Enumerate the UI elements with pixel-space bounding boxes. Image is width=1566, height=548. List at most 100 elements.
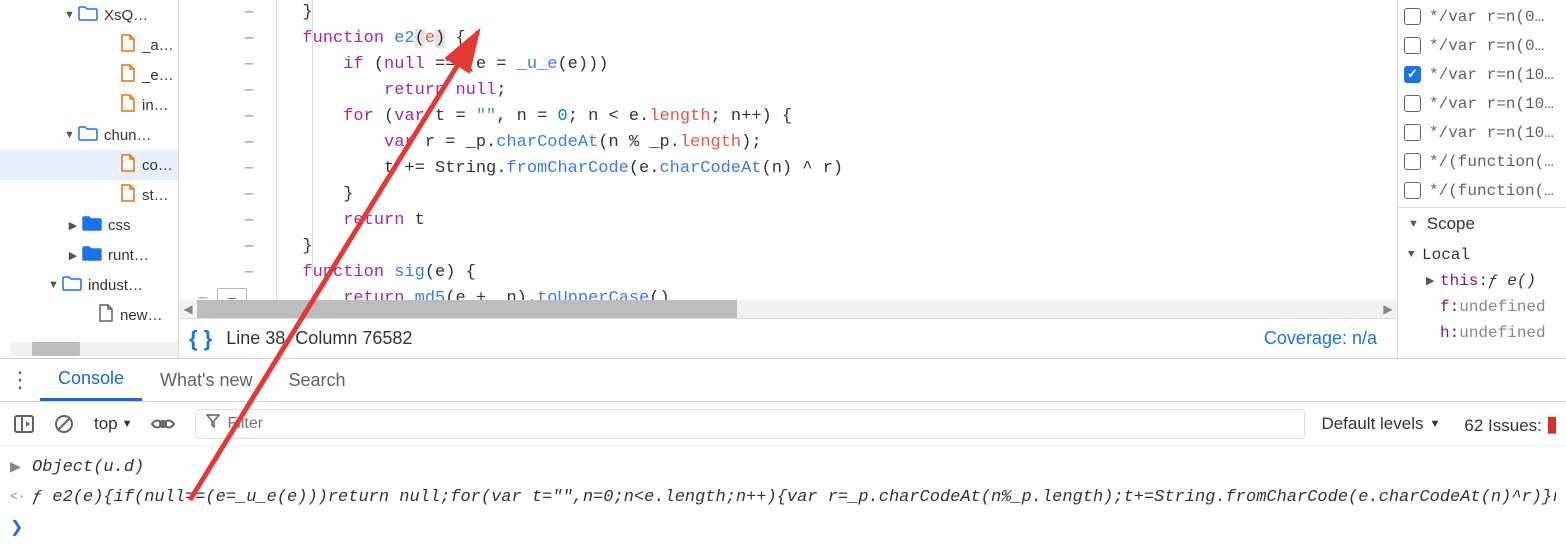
tree-item[interactable]: ▼ chun… bbox=[0, 120, 178, 150]
checkbox[interactable] bbox=[1404, 182, 1421, 199]
code-line[interactable]: } bbox=[282, 182, 1397, 208]
pretty-print-icon[interactable]: { } bbox=[189, 326, 212, 352]
scope-section-header[interactable]: ▼ Scope bbox=[1398, 207, 1566, 240]
tree-item-label: _a… bbox=[142, 37, 174, 54]
tree-item[interactable]: _a… bbox=[0, 30, 178, 60]
checkbox[interactable] bbox=[1404, 8, 1421, 25]
tree-item[interactable]: st… bbox=[0, 180, 178, 210]
live-expression-icon[interactable] bbox=[147, 408, 179, 440]
console-line[interactable]: <·ƒ e2(e){if(null==(e=_u_e(e)))return nu… bbox=[10, 482, 1556, 512]
gutter-dash: – bbox=[243, 156, 255, 182]
tree-item-label: in… bbox=[142, 97, 169, 114]
expand-arrow-icon[interactable]: ▶ bbox=[68, 219, 78, 232]
code-line[interactable]: function e2(e) { bbox=[282, 26, 1397, 52]
file-icon bbox=[120, 184, 136, 206]
scope-variable[interactable]: h: undefined bbox=[1408, 320, 1556, 346]
code-line[interactable]: for (var t = "", n = 0; n < e.length; n+… bbox=[282, 104, 1397, 130]
file-icon bbox=[120, 64, 136, 86]
expand-arrow-icon[interactable]: ▼ bbox=[48, 279, 58, 291]
breakpoint-item[interactable]: */var r=n(10… bbox=[1404, 118, 1560, 147]
code-line[interactable]: function sig(e) { bbox=[282, 260, 1397, 286]
tree-item-label: chun… bbox=[104, 127, 152, 144]
filter-input[interactable] bbox=[228, 415, 1295, 433]
code-line[interactable]: return null; bbox=[282, 78, 1397, 104]
breakpoint-label: */(function(… bbox=[1429, 153, 1554, 171]
gutter-dash: – bbox=[243, 78, 255, 104]
console-marker-icon: ▶ bbox=[10, 459, 32, 476]
scroll-right-icon[interactable]: ▶ bbox=[1379, 300, 1397, 318]
breakpoint-item[interactable]: */var r=n(0… bbox=[1404, 2, 1560, 31]
folder-open-icon bbox=[62, 275, 82, 295]
breakpoint-item[interactable]: */var r=n(10… bbox=[1404, 89, 1560, 118]
console-text: ƒ e2(e){if(null==(e=_u_e(e)))return null… bbox=[32, 488, 1556, 507]
tree-item-label: runt… bbox=[108, 247, 149, 264]
expand-arrow-icon[interactable]: ▼ bbox=[64, 9, 74, 21]
drawer-tab[interactable]: Search bbox=[271, 359, 364, 401]
scrollbar-thumb[interactable] bbox=[32, 342, 80, 356]
breakpoint-label: */var r=n(10… bbox=[1429, 66, 1554, 84]
code-editor[interactable]: } function e2(e) { if (null == (e = _u_e… bbox=[274, 0, 1397, 300]
tree-item[interactable]: _e… bbox=[0, 60, 178, 90]
expand-arrow-icon[interactable]: ▶ bbox=[68, 249, 78, 262]
drawer-tab-bar: ⋮ ConsoleWhat's newSearch bbox=[0, 358, 1566, 402]
breakpoint-item[interactable]: */var r=n(0… bbox=[1404, 31, 1560, 60]
file-icon bbox=[120, 34, 136, 56]
breakpoint-item[interactable]: */(function(… bbox=[1404, 147, 1560, 176]
code-line[interactable]: var r = _p.charCodeAt(n % _p.length); bbox=[282, 130, 1397, 156]
checkbox[interactable] bbox=[1404, 124, 1421, 141]
scope-local-header[interactable]: ▼Local bbox=[1408, 242, 1556, 268]
scroll-left-icon[interactable]: ◀ bbox=[179, 300, 197, 318]
tree-item-label: st… bbox=[142, 187, 169, 204]
scope-variable[interactable]: ▶this: ƒ e() bbox=[1408, 268, 1556, 294]
expand-arrow-icon[interactable]: ▼ bbox=[64, 129, 74, 141]
log-levels-selector[interactable]: Default levels▼ bbox=[1321, 414, 1440, 434]
issues-counter[interactable]: 62 Issues:▮ bbox=[1464, 411, 1558, 437]
clear-console-icon[interactable] bbox=[48, 408, 80, 440]
breakpoint-item[interactable]: */var r=n(10… bbox=[1404, 60, 1560, 89]
tree-item[interactable]: ▶css bbox=[0, 210, 178, 240]
folder-icon bbox=[82, 215, 102, 235]
checkbox[interactable] bbox=[1404, 37, 1421, 54]
gutter-dash: – bbox=[243, 234, 255, 260]
drawer-tab[interactable]: Console bbox=[40, 359, 142, 401]
console-output[interactable]: ▶Object(u.d)<·ƒ e2(e){if(null==(e=_u_e(e… bbox=[0, 446, 1566, 548]
code-line[interactable]: t += String.fromCharCode(e.charCodeAt(n)… bbox=[282, 156, 1397, 182]
console-line[interactable]: ▶Object(u.d) bbox=[10, 452, 1556, 482]
console-prompt[interactable]: ❯ bbox=[10, 512, 1556, 542]
gutter-dash: – bbox=[243, 52, 255, 78]
code-line[interactable]: } bbox=[282, 0, 1397, 26]
toggle-sidebar-icon[interactable] bbox=[8, 408, 40, 440]
files-hscroll[interactable] bbox=[10, 342, 178, 356]
console-toolbar: top▼ Default levels▼ 62 Issues:▮ bbox=[0, 402, 1566, 446]
gutter-dash: – bbox=[243, 0, 255, 26]
coverage-label[interactable]: Coverage: n/a bbox=[1264, 328, 1377, 349]
cursor-position: Line 38, Column 76582 bbox=[226, 328, 412, 349]
code-hscroll[interactable]: ◀ ▶ bbox=[179, 300, 1397, 318]
breakpoint-item[interactable]: */(function(… bbox=[1404, 176, 1560, 205]
drawer-tab[interactable]: What's new bbox=[142, 359, 270, 401]
kebab-icon[interactable]: ⋮ bbox=[0, 359, 40, 401]
code-gutter[interactable]: ––––––––––––– bbox=[179, 0, 274, 300]
scope-variable[interactable]: f: undefined bbox=[1408, 294, 1556, 320]
console-filter[interactable] bbox=[195, 409, 1306, 439]
fold-marker-icon[interactable]: – bbox=[217, 288, 247, 300]
gutter-dash: – bbox=[243, 130, 255, 156]
code-line[interactable]: } bbox=[282, 234, 1397, 260]
tree-item[interactable]: ▼XsQ… bbox=[0, 0, 178, 30]
code-line[interactable]: return md5(e + _n).toUpperCase() bbox=[282, 286, 1397, 300]
code-line[interactable]: if (null == (e = _u_e(e))) bbox=[282, 52, 1397, 78]
tree-item[interactable]: in… bbox=[0, 90, 178, 120]
checkbox[interactable] bbox=[1404, 153, 1421, 170]
tree-item[interactable]: ▼indust… bbox=[0, 270, 178, 300]
code-line[interactable]: return t bbox=[282, 208, 1397, 234]
checkbox[interactable] bbox=[1404, 95, 1421, 112]
breakpoint-list: */var r=n(0…*/var r=n(0…*/var r=n(10…*/v… bbox=[1398, 0, 1566, 207]
file-tree[interactable]: ▼XsQ…_a…_e…in…▼chun…co…st…▶css▶runt…▼ind… bbox=[0, 0, 179, 358]
scrollbar-thumb[interactable] bbox=[197, 300, 737, 318]
tree-item[interactable]: ▶ runt… bbox=[0, 240, 178, 270]
tree-item[interactable]: co… bbox=[0, 150, 178, 180]
execution-context-selector[interactable]: top▼ bbox=[88, 414, 139, 434]
gutter-dash: – bbox=[243, 104, 255, 130]
tree-item[interactable]: new… bbox=[0, 300, 178, 330]
checkbox[interactable] bbox=[1404, 66, 1421, 83]
